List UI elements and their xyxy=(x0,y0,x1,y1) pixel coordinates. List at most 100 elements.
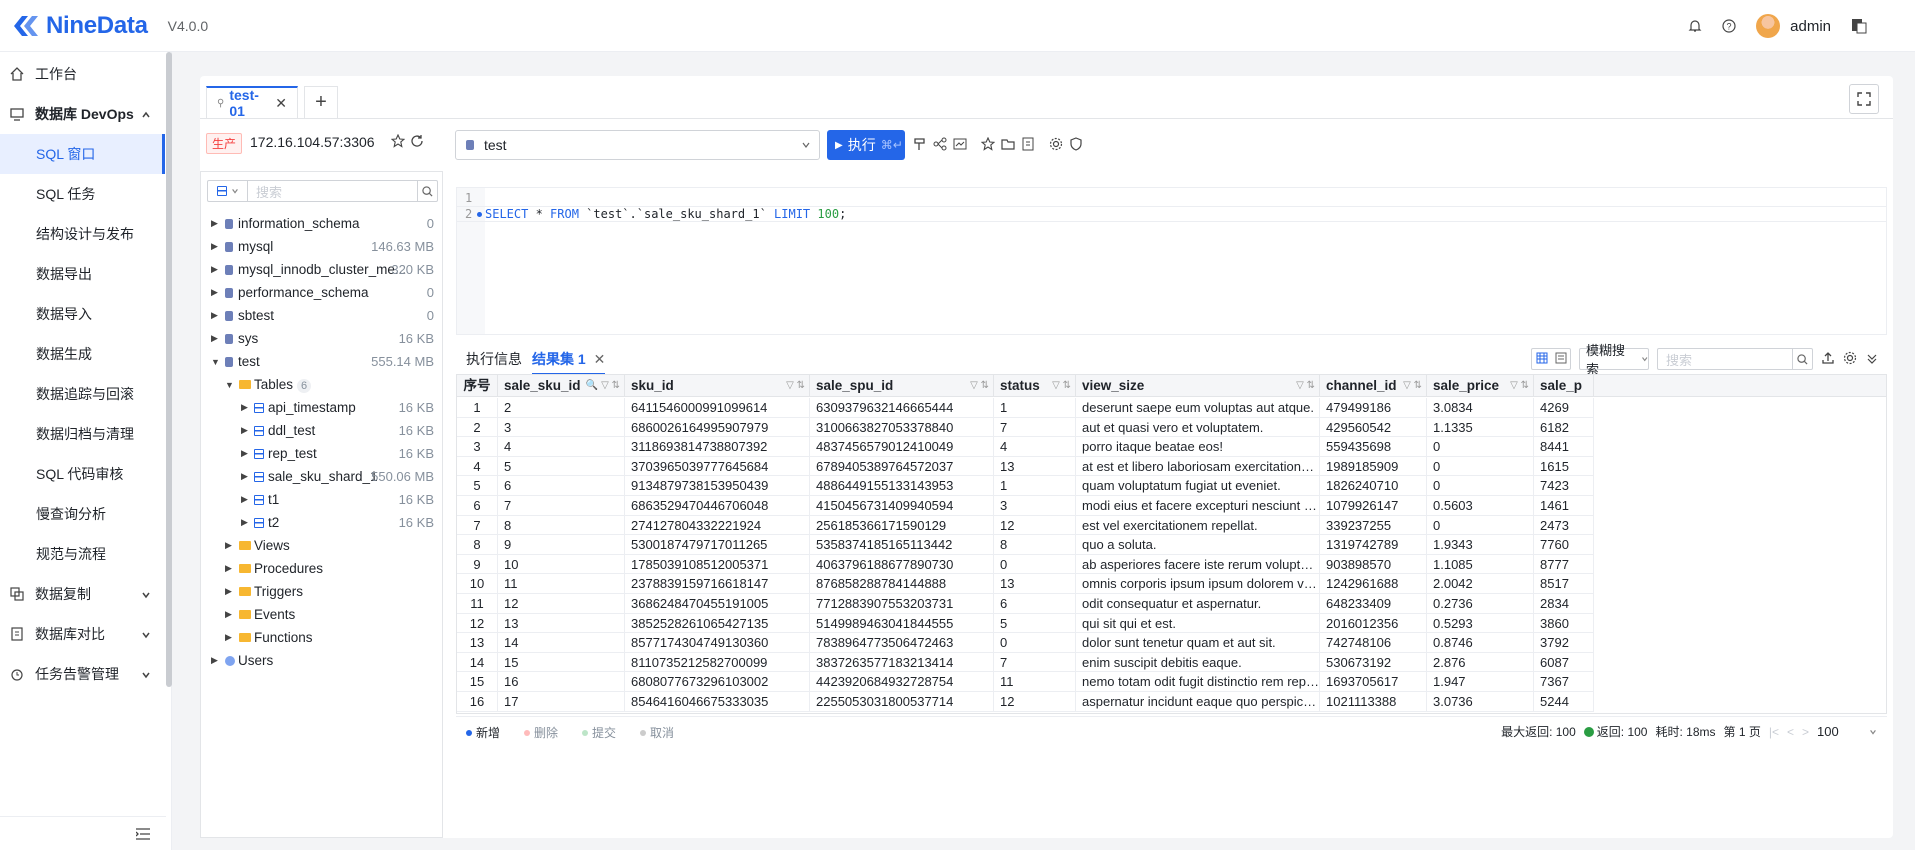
bell-icon[interactable] xyxy=(1688,19,1702,33)
tree-node-functions[interactable]: ▶ Functions xyxy=(201,626,444,649)
tree-search-box[interactable]: 搜索 xyxy=(207,180,438,202)
table-cell[interactable]: 6863529470446706048 xyxy=(625,496,810,516)
fuzzy-search-select[interactable]: 模糊搜索 xyxy=(1579,343,1649,377)
fullscreen-button[interactable] xyxy=(1849,84,1879,114)
table-cell[interactable]: 1079926147 xyxy=(1320,496,1427,516)
row-number[interactable]: 13 xyxy=(457,633,498,653)
delete-row-button[interactable]: 删除 xyxy=(524,724,558,741)
table-cell[interactable]: 3852528261065427135 xyxy=(625,613,810,634)
tree-node-views[interactable]: ▶ Views xyxy=(201,534,444,557)
table-cell[interactable]: 6808077673296103002 xyxy=(625,672,810,692)
table-cell[interactable]: 6182 xyxy=(1534,417,1594,438)
tree-filter-select[interactable] xyxy=(208,181,248,201)
first-page-icon[interactable]: |< xyxy=(1769,725,1779,739)
table-cell[interactable]: 530673192 xyxy=(1320,652,1427,673)
table-cell[interactable]: 903898570 xyxy=(1320,554,1427,575)
table-cell[interactable]: 10 xyxy=(498,554,625,575)
table-cell[interactable]: modi eius et facere excepturi nesciunt s… xyxy=(1076,496,1320,516)
table-cell[interactable]: aut et quasi vero et voluptatem. xyxy=(1076,417,1320,438)
table-cell[interactable]: 3.0834 xyxy=(1427,398,1534,418)
tree-node-table[interactable]: ▶ rep_test 16 KB xyxy=(201,442,444,465)
table-cell[interactable]: 1.1335 xyxy=(1427,417,1534,438)
sidebar-item-db-compare[interactable]: 数据库对比 xyxy=(0,614,165,654)
search-icon[interactable] xyxy=(417,181,437,201)
table-cell[interactable]: 1.947 xyxy=(1427,672,1534,692)
sidebar-item-sql-task[interactable]: SQL 任务 xyxy=(0,174,165,214)
table-cell[interactable]: 1242961688 xyxy=(1320,574,1427,594)
grid-view-icon[interactable] xyxy=(1536,351,1548,367)
table-cell[interactable]: 8546416046675333035 xyxy=(625,692,810,712)
table-cell[interactable]: 8 xyxy=(994,535,1076,555)
user-name[interactable]: admin xyxy=(1790,18,1831,35)
folder-icon[interactable] xyxy=(1001,137,1015,154)
favorite-icon[interactable] xyxy=(980,136,996,154)
tree-node-table[interactable]: ▶ t1 16 KB xyxy=(201,488,444,511)
tab-exec-info[interactable]: 执行信息 xyxy=(466,349,522,369)
tree-node-table[interactable]: ▶ sale_sku_shard_1 550.06 MB xyxy=(201,465,444,488)
sort-filter-icon[interactable]: ▽ ⇅ xyxy=(970,375,989,397)
table-cell[interactable]: 4269 xyxy=(1534,398,1594,418)
sidebar-item-sql-review[interactable]: SQL 代码审核 xyxy=(0,454,165,494)
table-cell[interactable]: 1785039108512005371 xyxy=(625,554,810,575)
sidebar-item-slow-query[interactable]: 慢查询分析 xyxy=(0,494,165,534)
column-header[interactable]: sale_price ▽ ⇅ xyxy=(1427,375,1534,397)
search-icon[interactable] xyxy=(1792,349,1812,369)
table-cell[interactable]: 13 xyxy=(498,613,625,634)
sidebar-item-standards[interactable]: 规范与流程 xyxy=(0,534,165,574)
table-cell[interactable]: 559435698 xyxy=(1320,437,1427,457)
sidebar-item-devops[interactable]: 数据库 DevOps xyxy=(0,94,165,134)
table-cell[interactable]: 274127804332221924 xyxy=(625,515,810,536)
close-icon[interactable]: ✕ xyxy=(275,95,287,112)
tree-node-database[interactable]: ▶ information_schema 0 xyxy=(201,212,444,235)
table-cell[interactable]: 6860026164995907979 xyxy=(625,417,810,438)
table-cell[interactable]: 1989185909 xyxy=(1320,456,1427,477)
table-cell[interactable]: 5 xyxy=(498,456,625,477)
table-cell[interactable]: aspernatur incidunt eaque quo perspiciat… xyxy=(1076,692,1320,712)
table-cell[interactable]: 4 xyxy=(994,437,1076,457)
table-cell[interactable]: 9134879738153950439 xyxy=(625,476,810,496)
table-cell[interactable]: quam voluptatum fugiat ut eveniet. xyxy=(1076,476,1320,496)
table-cell[interactable]: enim suscipit debitis eaque. xyxy=(1076,652,1320,673)
logo[interactable]: NineData xyxy=(12,12,148,40)
row-number[interactable]: 7 xyxy=(457,515,498,536)
column-header[interactable]: sale_spu_id ▽ ⇅ xyxy=(810,375,994,397)
table-cell[interactable]: 3 xyxy=(994,496,1076,516)
table-cell[interactable]: 3.0736 xyxy=(1427,692,1534,712)
table-cell[interactable]: 11 xyxy=(994,672,1076,692)
table-cell[interactable]: 479499186 xyxy=(1320,398,1427,418)
view-toggle[interactable] xyxy=(1531,348,1571,370)
table-cell[interactable]: 0 xyxy=(1427,456,1534,477)
form-view-icon[interactable] xyxy=(1555,351,1567,367)
save-icon[interactable] xyxy=(1021,137,1035,154)
sort-filter-icon[interactable]: 🔍 ▽ ⇅ xyxy=(586,375,620,397)
table-cell[interactable]: 1021113388 xyxy=(1320,692,1427,712)
table-cell[interactable]: 5 xyxy=(994,613,1076,634)
table-cell[interactable]: 1319742789 xyxy=(1320,535,1427,555)
table-cell[interactable]: 13 xyxy=(994,574,1076,594)
settings-icon[interactable] xyxy=(1049,137,1063,154)
table-cell[interactable]: 3686248470455191005 xyxy=(625,594,810,614)
column-header[interactable]: 序号 xyxy=(457,375,498,397)
row-number[interactable]: 5 xyxy=(457,476,498,496)
cancel-button[interactable]: 取消 xyxy=(640,724,674,741)
table-cell[interactable]: 3703965039777645684 xyxy=(625,456,810,477)
table-cell[interactable]: 11 xyxy=(498,574,625,594)
table-cell[interactable]: 5244 xyxy=(1534,692,1594,712)
export-icon[interactable] xyxy=(1821,351,1835,368)
table-cell[interactable]: 1826240710 xyxy=(1320,476,1427,496)
table-cell[interactable]: 3837263577183213414 xyxy=(810,652,994,673)
table-cell[interactable]: 0.5293 xyxy=(1427,613,1534,634)
tree-node-triggers[interactable]: ▶ Triggers xyxy=(201,580,444,603)
table-cell[interactable]: 8517 xyxy=(1534,574,1594,594)
table-cell[interactable]: 2473 xyxy=(1534,515,1594,536)
collapse-menu-icon[interactable] xyxy=(135,827,150,843)
table-cell[interactable]: 3792 xyxy=(1534,633,1594,653)
add-row-button[interactable]: 新增 xyxy=(466,724,500,741)
table-cell[interactable]: 15 xyxy=(498,652,625,673)
row-number[interactable]: 9 xyxy=(457,554,498,575)
table-cell[interactable]: 0 xyxy=(1427,437,1534,457)
table-cell[interactable]: odit consequatur et aspernatur. xyxy=(1076,594,1320,614)
row-number[interactable]: 1 xyxy=(457,398,498,418)
sort-filter-icon[interactable]: ▽ ⇅ xyxy=(786,375,805,397)
column-header[interactable]: channel_id ▽ ⇅ xyxy=(1320,375,1427,397)
